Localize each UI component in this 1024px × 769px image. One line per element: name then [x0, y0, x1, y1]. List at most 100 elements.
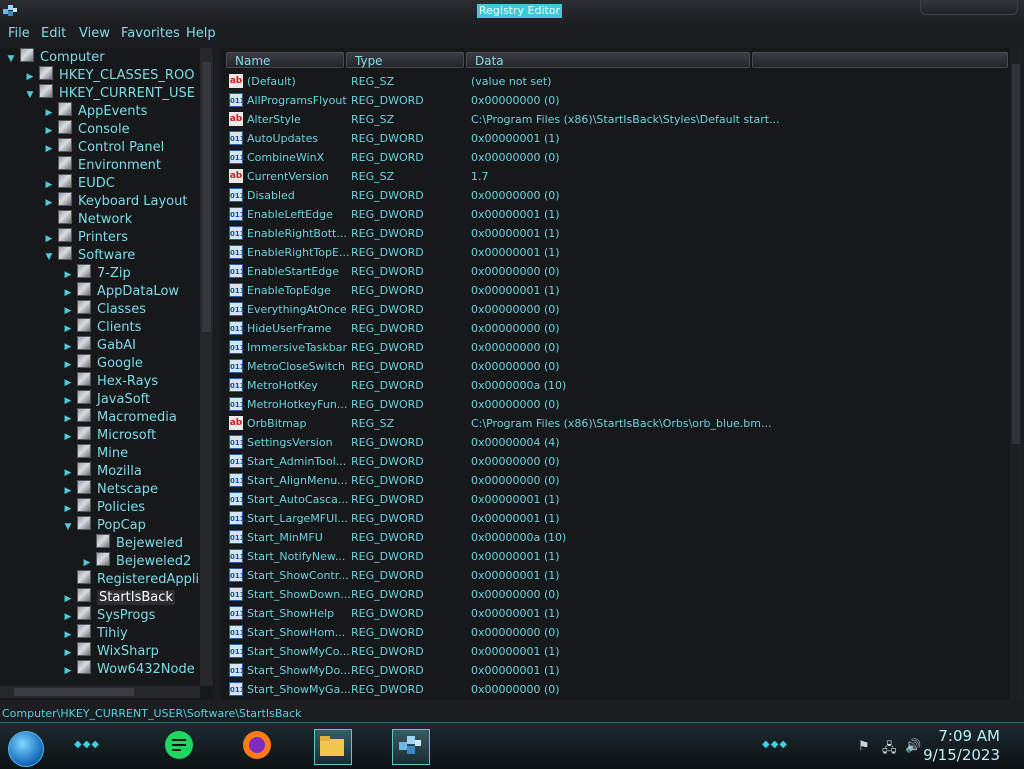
tree-item[interactable]: ▶ Keyboard Layout	[42, 192, 187, 210]
tree-item[interactable]: ▶ Tihiy	[61, 624, 128, 642]
scroll-thumb[interactable]	[202, 62, 211, 332]
file-explorer-button[interactable]	[314, 729, 352, 765]
tree-item[interactable]: ▶ HKEY_CLASSES_ROO	[23, 66, 194, 84]
tree-item[interactable]: ▶ AppDataLow	[61, 282, 179, 300]
value-row[interactable]: 011 Start_NotifyNew... REG_DWORD 0x00000001…	[228, 547, 1008, 566]
value-row[interactable]: 011 Start_ShowDown... REG_DWORD 0x00000000 …	[228, 585, 1008, 604]
value-row[interactable]: 011 EnableTopEdge REG_DWORD 0x00000001 (1)	[228, 281, 1008, 300]
tree-item[interactable]: ▶ SysProgs	[61, 606, 155, 624]
tree-item[interactable]: ▶ Netscape	[61, 480, 158, 498]
notes-app-button[interactable]	[162, 729, 198, 763]
tree-horizontal-scrollbar[interactable]	[0, 686, 200, 698]
tree-item[interactable]: ▶ Microsoft	[61, 426, 156, 444]
tree-item[interactable]: ▶ Hex-Rays	[61, 372, 158, 390]
tree-vertical-scrollbar[interactable]	[200, 48, 213, 686]
collapse-arrow-icon[interactable]: ▼	[23, 86, 37, 104]
menu-favorites[interactable]: Favorites	[121, 26, 180, 41]
value-row[interactable]: 011 Start_ShowMyGa... REG_DWORD 0x00000000 …	[228, 680, 1008, 699]
registry-key-tree[interactable]: ▼ Computer ▶ HKEY_CLASSES_ROO ▼ HKEY_CURRENT_…	[0, 48, 214, 700]
scroll-thumb[interactable]	[14, 688, 134, 696]
value-row[interactable]: 011 EnableRightBott... REG_DWORD 0x00000001…	[228, 224, 1008, 243]
tree-item[interactable]: ▶ 7-Zip	[61, 264, 131, 282]
tree-item[interactable]: Environment	[42, 156, 161, 174]
value-row[interactable]: 011 MetroCloseSwitch REG_DWORD 0x00000000 (…	[228, 357, 1008, 376]
window-controls[interactable]	[920, 0, 1018, 15]
value-row[interactable]: 011 Start_LargeMFUI... REG_DWORD 0x00000001…	[228, 509, 1008, 528]
tree-item[interactable]: ▶ Bejeweled2	[80, 552, 191, 570]
action-center-flag-icon[interactable]: ⚑	[858, 739, 870, 754]
menu-view[interactable]: View	[79, 26, 110, 41]
column-header-name[interactable]: Name	[226, 52, 344, 68]
value-row[interactable]: 011 EnableStartEdge REG_DWORD 0x00000000 (0…	[228, 262, 1008, 281]
pane-splitter[interactable]	[214, 48, 222, 700]
value-row[interactable]: 011 MetroHotKey REG_DWORD 0x0000000a (10)	[228, 376, 1008, 395]
tree-item[interactable]: ▶ Control Panel	[42, 138, 164, 156]
tree-item[interactable]: ▶ Wow6432Node	[61, 660, 195, 678]
value-row[interactable]: 011 ImmersiveTaskbar REG_DWORD 0x00000000 (…	[228, 338, 1008, 357]
collapse-arrow-icon[interactable]: ▼	[4, 50, 18, 68]
value-row[interactable]: 011 MetroHotkeyFun... REG_DWORD 0x00000000 …	[228, 395, 1008, 414]
tree-item[interactable]: ▶ StartIsBack	[61, 588, 175, 606]
value-row[interactable]: ab (Default) REG_SZ (value not set)	[228, 72, 1008, 91]
tree-item[interactable]: ▶ Console	[42, 120, 130, 138]
tree-item[interactable]: ▶ Printers	[42, 228, 128, 246]
value-row[interactable]: 011 EnableLeftEdge REG_DWORD 0x00000001 (1)	[228, 205, 1008, 224]
firefox-button[interactable]	[240, 729, 276, 763]
tree-item[interactable]: ▶ AppEvents	[42, 102, 147, 120]
tree-item[interactable]: Network	[42, 210, 132, 228]
column-header-type[interactable]: Type	[346, 52, 464, 68]
value-row[interactable]: 011 AllProgramsFlyout REG_DWORD 0x00000000 …	[228, 91, 1008, 110]
expand-arrow-icon[interactable]: ▶	[61, 662, 75, 680]
value-row[interactable]: ab AlterStyle REG_SZ C:\Program Files (x86)…	[228, 110, 1008, 129]
tree-item[interactable]: ▶ Google	[61, 354, 143, 372]
list-vertical-scrollbar[interactable]	[1010, 48, 1022, 700]
value-row[interactable]: ab CurrentVersion REG_SZ 1.7	[228, 167, 1008, 186]
tree-item[interactable]: RegisteredApplic	[61, 570, 206, 588]
tree-item[interactable]: ▼ Software	[42, 246, 135, 264]
menu-help[interactable]: Help	[186, 26, 216, 41]
tree-item[interactable]: ▼ Computer	[4, 48, 105, 66]
column-header-blank[interactable]	[752, 52, 1008, 68]
value-row[interactable]: 011 EnableRightTopE... REG_DWORD 0x00000001…	[228, 243, 1008, 262]
registry-editor-taskbar-button[interactable]	[392, 729, 430, 765]
tree-item[interactable]: Bejeweled	[80, 534, 183, 552]
tree-item[interactable]: ▶ EUDC	[42, 174, 115, 192]
collapse-arrow-icon[interactable]: ▼	[61, 518, 75, 536]
tree-item[interactable]: ▼ PopCap	[61, 516, 146, 534]
value-row[interactable]: 011 CombineWinX REG_DWORD 0x00000000 (0)	[228, 148, 1008, 167]
network-icon[interactable]: 🖧	[882, 739, 897, 761]
menu-file[interactable]: File	[8, 26, 30, 41]
volume-icon[interactable]: 🔊	[905, 739, 921, 754]
value-row[interactable]: 011 Start_ShowMyCo... REG_DWORD 0x00000001 …	[228, 642, 1008, 661]
value-row[interactable]: 011 AutoUpdates REG_DWORD 0x00000001 (1)	[228, 129, 1008, 148]
value-row[interactable]: 011 Start_ShowMyDo... REG_DWORD 0x00000001 …	[228, 661, 1008, 680]
value-row[interactable]: 011 SettingsVersion REG_DWORD 0x00000004 (4…	[228, 433, 1008, 452]
value-row[interactable]: ab OrbBitmap REG_SZ C:\Program Files (x86)\…	[228, 414, 1008, 433]
value-row[interactable]: 011 Start_AutoCasca... REG_DWORD 0x00000001…	[228, 490, 1008, 509]
value-row[interactable]: 011 Start_ShowHelp REG_DWORD 0x00000001 (1)	[228, 604, 1008, 623]
value-row[interactable]: 011 Start_AdminTool... REG_DWORD 0x00000000…	[228, 452, 1008, 471]
value-row[interactable]: 011 Start_ShowContr... REG_DWORD 0x00000001…	[228, 566, 1008, 585]
value-row[interactable]: 011 EverythingAtOnce REG_DWORD 0x00000000 (…	[228, 300, 1008, 319]
clock[interactable]: 7:09 AM 9/15/2023	[923, 727, 1000, 765]
value-row[interactable]: 011 HideUserFrame REG_DWORD 0x00000000 (0)	[228, 319, 1008, 338]
tree-item[interactable]: ▶ JavaSoft	[61, 390, 150, 408]
tree-item[interactable]: ▶ Mozilla	[61, 462, 142, 480]
tree-item[interactable]: ▶ WixSharp	[61, 642, 159, 660]
value-row[interactable]: 011 Start_ShowHom... REG_DWORD 0x00000000 (…	[228, 623, 1008, 642]
start-orb-button[interactable]	[8, 731, 44, 767]
tree-item[interactable]: ▼ HKEY_CURRENT_USE	[23, 84, 195, 102]
tree-item[interactable]: ▶ Policies	[61, 498, 145, 516]
tree-item[interactable]: ▶ Classes	[61, 300, 146, 318]
value-row[interactable]: 011 Start_MinMFU REG_DWORD 0x0000000a (10)	[228, 528, 1008, 547]
column-header-data[interactable]: Data	[466, 52, 750, 68]
collapse-arrow-icon[interactable]: ▼	[42, 248, 56, 266]
scroll-thumb[interactable]	[1012, 64, 1020, 444]
value-row[interactable]: 011 Start_AlignMenu... REG_DWORD 0x00000000…	[228, 471, 1008, 490]
menu-edit[interactable]: Edit	[41, 26, 66, 41]
tree-item[interactable]: ▶ GabAI	[61, 336, 136, 354]
tree-item[interactable]: ▶ Macromedia	[61, 408, 177, 426]
tree-item[interactable]: ▶ Clients	[61, 318, 141, 336]
value-row[interactable]: 011 Disabled REG_DWORD 0x00000000 (0)	[228, 186, 1008, 205]
tree-item[interactable]: Mine	[61, 444, 128, 462]
